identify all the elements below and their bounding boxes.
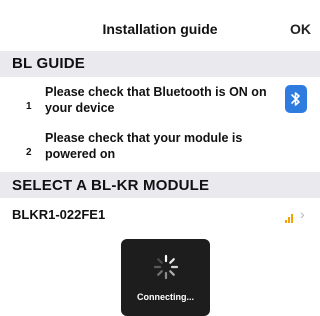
connecting-hud: Connecting... [121, 239, 210, 316]
step-text: Please check that your module is powered… [45, 131, 243, 161]
ok-button[interactable]: OK [290, 21, 311, 37]
guide-step-2: 2 Please check that your module is power… [0, 130, 320, 166]
step-number: 1 [26, 101, 32, 112]
loading-spinner-icon [153, 254, 179, 280]
bl-guide-header-label: BL GUIDE [12, 55, 85, 72]
chevron-right-icon: › [300, 206, 305, 222]
step-text: Please check that Bluetooth is ON on you… [45, 85, 267, 115]
signal-strength-icon [285, 212, 295, 223]
module-list-item[interactable]: BLKR1-022FE1 › [0, 202, 320, 228]
module-header-label: SELECT A BL-KR MODULE [12, 177, 210, 194]
page-title: Installation guide [102, 21, 218, 37]
bl-guide-section-header: BL GUIDE [0, 51, 320, 77]
navigation-bar: Installation guide OK [0, 0, 320, 46]
guide-step-1: 1 Please check that Bluetooth is ON on y… [0, 84, 320, 120]
module-name: BLKR1-022FE1 [12, 207, 106, 222]
module-section-header: SELECT A BL-KR MODULE [0, 172, 320, 198]
hud-status-text: Connecting... [137, 292, 194, 302]
step-number: 2 [26, 147, 32, 158]
bluetooth-icon [285, 85, 307, 113]
